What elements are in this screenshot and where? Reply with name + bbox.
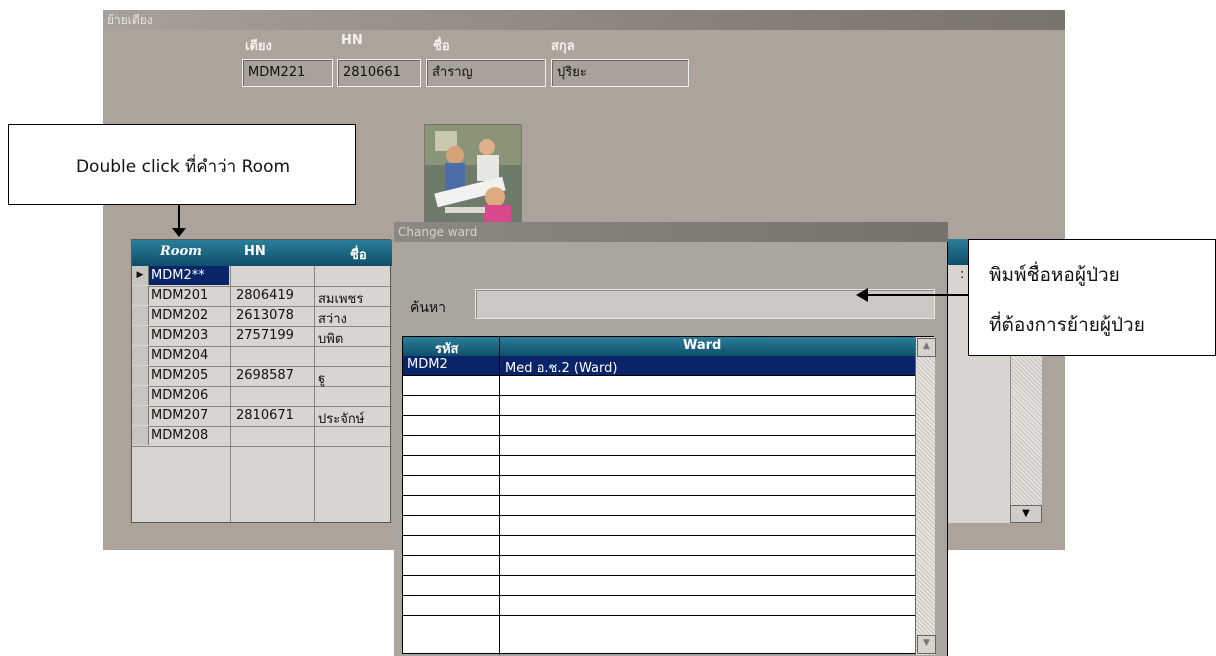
room-cell: MDM206 [151,388,209,403]
room-cell: MDM204 [151,348,209,363]
ward-code-cell: MDM2 [407,357,448,372]
row-selector[interactable] [132,286,149,305]
ward-scrollbar[interactable]: ▲ ▼ [915,337,936,655]
room-cell: MDM207 [151,408,209,423]
empty-row[interactable] [403,496,915,516]
ward-grid[interactable]: รหัส Ward MDM2 Med อ.ช.2 (Ward) ▲ ▼ [402,336,936,655]
room-cell: MDM2** [151,268,205,283]
row-selector[interactable] [132,386,149,405]
hn-label: HN [341,33,363,48]
empty-row[interactable] [403,456,915,476]
room-grid-header: Room HN ชื่อ [132,240,392,266]
hn-cell: 2698587 [236,368,294,383]
table-row[interactable]: MDM206 [132,386,392,407]
hn-column-header[interactable]: HN [244,244,266,259]
scroll-up-button[interactable]: ▲ [917,338,936,357]
scroll-down-button[interactable]: ▼ [1010,505,1042,523]
empty-row[interactable] [403,436,915,456]
empty-row[interactable] [403,556,915,576]
row-selector[interactable] [132,306,149,325]
ward-grid-divider [499,337,500,655]
dialog-title: Change ward [394,222,948,242]
table-row[interactable]: MDM205 2698587 ฐู [132,366,392,387]
search-label: ค้นหา [410,300,447,316]
arrow-left [866,294,968,296]
empty-row[interactable] [403,416,915,436]
callout-text: Double click ที่คำว่า Room [75,157,291,177]
hn-field[interactable]: 2810661 [337,59,421,87]
instruction-callout-room: Double click ที่คำว่า Room [8,124,356,205]
row-selector[interactable]: ▶ [132,266,149,285]
table-row[interactable]: ▶ MDM2** [132,266,392,287]
arrow-left-head [856,288,868,302]
row-selector[interactable] [132,406,149,425]
empty-row[interactable] [403,476,915,496]
callout-line-2: ที่ต้องการย้ายผู้ป่วย [989,314,1145,336]
name-column-header[interactable]: ชื่อ [350,244,367,265]
row-selector[interactable] [132,426,149,445]
empty-row[interactable] [403,516,915,536]
ward-name-cell: Med อ.ช.2 (Ward) [505,361,618,376]
table-row[interactable]: MDM202 2613078 สว่าง [132,306,392,327]
room-column-header[interactable]: Room [160,244,202,259]
name-label: ชื่อ [433,39,450,54]
room-cell: MDM205 [151,368,209,383]
room-cell: MDM203 [151,328,209,343]
bed-field[interactable]: MDM221 [242,59,333,87]
arrow-down-head [172,228,186,237]
room-cell: MDM208 [151,428,209,443]
empty-row[interactable] [403,576,915,596]
room-grid[interactable]: Room HN ชื่อ ▶ MDM2** MDM201 2806419 สมเพชร M… [131,239,392,524]
room-cell: MDM201 [151,288,209,303]
grid-divider [314,266,315,524]
hn-cell: 2757199 [236,328,294,343]
table-row[interactable]: MDM208 [132,426,392,447]
instruction-callout-ward: พิมพ์ชื่อหอผู้ป่วย ที่ต้องการย้ายผู้ป่วย [968,239,1216,356]
empty-row[interactable] [403,536,915,556]
empty-row[interactable] [403,596,915,616]
row-selector[interactable] [132,346,149,365]
scroll-down-button[interactable]: ▼ [917,635,936,654]
row-selector[interactable] [132,326,149,345]
grid-divider [230,266,231,524]
table-row[interactable]: MDM2 Med อ.ช.2 (Ward) [403,356,915,376]
surname-label: สกุล [551,39,575,54]
hn-cell: 2806419 [236,288,294,303]
bed-label: เตียง [245,39,272,54]
table-row[interactable]: MDM207 2810671 ประจักษ์ [132,406,392,427]
ward-grid-header: รหัส Ward [403,337,915,357]
surname-field[interactable]: ปุริยะ [551,59,689,87]
table-row[interactable]: MDM204 [132,346,392,367]
name-field[interactable]: สำราญ [426,59,546,87]
hn-cell: 2810671 [236,408,294,423]
table-row[interactable]: MDM203 2757199 บพิต [132,326,392,347]
patient-photo [424,124,522,224]
empty-row[interactable] [403,376,915,396]
row-selector[interactable] [132,366,149,385]
ward-column-header[interactable]: Ward [683,338,721,353]
hn-cell: 2613078 [236,308,294,323]
callout-line-1: พิมพ์ชื่อหอผู้ป่วย [989,264,1120,286]
window-title: ย้ายเตียง [103,10,1065,30]
table-row[interactable]: MDM201 2806419 สมเพชร [132,286,392,307]
room-cell: MDM202 [151,308,209,323]
empty-row[interactable] [403,396,915,416]
